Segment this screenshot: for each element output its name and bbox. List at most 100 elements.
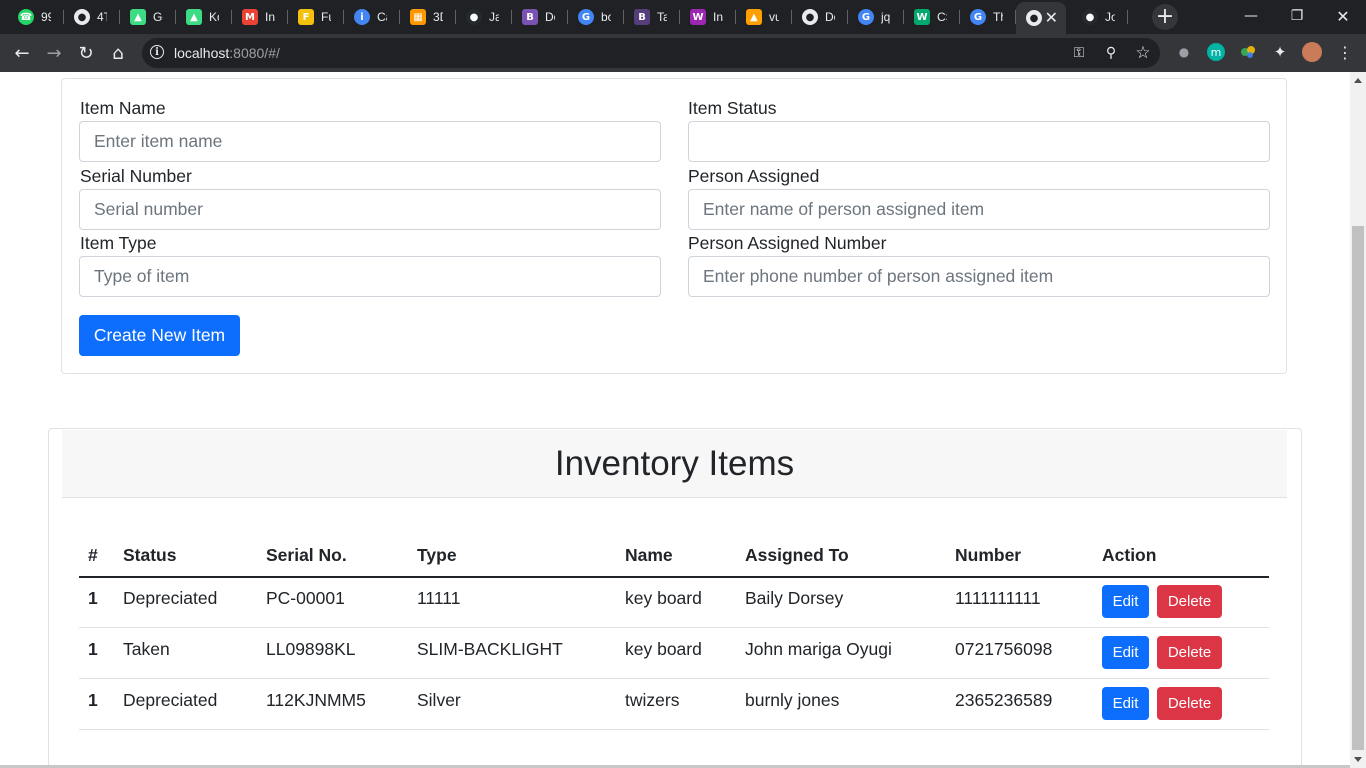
tab-title: 99+ — [41, 10, 51, 24]
close-window-button[interactable]: ✕ — [1320, 0, 1366, 32]
browser-tab[interactable]: W CSS — [904, 4, 960, 30]
browser-tab[interactable]: W Inv — [680, 4, 736, 30]
item-type-label: Item Type — [80, 233, 157, 253]
person-number-label: Person Assigned Number — [688, 233, 887, 253]
item-name-input[interactable] — [79, 121, 661, 162]
column-header-number: # — [88, 545, 98, 565]
browser-tab[interactable]: B Do — [512, 4, 568, 30]
grid-icon: ▦ — [410, 9, 426, 25]
tab-title: 4Th — [97, 10, 107, 24]
key-icon[interactable]: ⚿ — [1070, 44, 1088, 62]
browser-tab[interactable]: ▦ 3D — [400, 4, 456, 30]
tab-title: jqu — [881, 10, 891, 24]
scroll-up-icon[interactable] — [1354, 78, 1362, 83]
tab-title: CSS — [937, 10, 947, 24]
extension-m-icon[interactable]: m — [1207, 43, 1225, 61]
row-assigned: Baily Dorsey — [745, 588, 844, 608]
profile-avatar[interactable] — [1302, 42, 1322, 62]
info-icon: i — [354, 9, 370, 25]
bootstrap-icon: B — [522, 9, 538, 25]
reload-icon[interactable]: ↻ — [72, 39, 100, 67]
edit-button[interactable]: Edit — [1102, 687, 1149, 720]
edit-button[interactable]: Edit — [1102, 585, 1149, 618]
location-pin-icon[interactable]: ● — [1175, 43, 1193, 61]
browser-tab[interactable]: ● ✕ — [1016, 2, 1066, 34]
page-scrollbar[interactable] — [1350, 72, 1366, 768]
browser-tab[interactable]: i Car — [344, 4, 400, 30]
column-header-phone: Number — [955, 545, 1022, 565]
android-icon: ▲ — [130, 9, 146, 25]
inventory-card-header: Inventory Items — [62, 430, 1287, 498]
row-phone: 1111111111 — [955, 588, 1041, 608]
browser-tab[interactable]: M Inb — [232, 4, 288, 30]
item-status-input[interactable] — [688, 121, 1270, 162]
create-item-button[interactable]: Create New Item — [79, 315, 240, 356]
scrollbar-thumb[interactable] — [1352, 226, 1364, 750]
bootstrap-icon: B — [634, 9, 650, 25]
delete-button[interactable]: Delete — [1157, 636, 1222, 669]
tab-title: Tab — [657, 10, 667, 24]
person-number-input[interactable] — [688, 256, 1270, 297]
delete-button[interactable]: Delete — [1157, 585, 1222, 618]
address-bar[interactable]: i localhost:8080/#/ ⚿ ⚲ ☆ — [142, 38, 1160, 68]
browser-tab[interactable]: ☎ 99+ — [8, 4, 64, 30]
browser-tab[interactable]: B Tab — [624, 4, 680, 30]
inventory-title: Inventory Items — [554, 443, 795, 483]
edit-button[interactable]: Edit — [1102, 636, 1149, 669]
scroll-down-icon[interactable] — [1354, 757, 1362, 762]
row-assigned: John mariga Oyugi — [745, 639, 892, 659]
back-icon[interactable]: ← — [8, 39, 36, 67]
google-icon: G — [578, 9, 594, 25]
delete-button[interactable]: Delete — [1157, 687, 1222, 720]
row-assigned: burnly jones — [745, 690, 840, 710]
tab-title: Do — [825, 10, 835, 24]
url-text[interactable]: localhost:8080/#/ — [174, 45, 280, 61]
browser-tab[interactable]: ● Do — [792, 4, 848, 30]
tab-title: Fuz — [321, 10, 331, 24]
tab-title: Jav — [489, 10, 499, 24]
w-icon: W — [690, 9, 706, 25]
browser-tab-strip: ☎ 99+ ● 4Th ▲ Get ▲ Kot M Inb F Fuz i Car ▦ 3D ● Jav B Do Gb… — [0, 0, 1366, 34]
gmail-icon: M — [242, 9, 258, 25]
item-type-input[interactable] — [79, 256, 661, 297]
row-name: key board — [625, 588, 702, 608]
zoom-icon[interactable]: ⚲ — [1102, 44, 1120, 62]
browser-tab[interactable]: ● Join — [1072, 4, 1128, 30]
browser-tab[interactable]: ▲ vue — [736, 4, 792, 30]
person-assigned-input[interactable] — [688, 189, 1270, 230]
new-tab-button[interactable]: + — [1152, 4, 1178, 30]
row-phone: 0721756098 — [955, 639, 1053, 659]
row-status: Depreciated — [123, 690, 218, 710]
row-type: 11111 — [417, 588, 461, 608]
tab-title: vue — [769, 10, 779, 24]
home-icon[interactable]: ⌂ — [104, 39, 132, 67]
browser-tab[interactable]: ● 4Th — [64, 4, 120, 30]
bookmark-star-icon[interactable]: ☆ — [1134, 43, 1152, 63]
browser-tab[interactable]: F Fuz — [288, 4, 344, 30]
browser-tab[interactable]: Gjqu — [848, 4, 904, 30]
browser-tab[interactable]: ▲ Get — [120, 4, 176, 30]
browser-tab[interactable]: ▲ Kot — [176, 4, 232, 30]
restore-button[interactable]: ❐ — [1274, 0, 1320, 32]
forward-icon[interactable]: → — [40, 39, 68, 67]
menu-kebab-icon[interactable]: ⋮ — [1336, 43, 1354, 62]
f-icon: F — [298, 9, 314, 25]
site-info-icon[interactable]: i — [150, 45, 164, 59]
extension-color-icon[interactable] — [1239, 43, 1257, 61]
row-divider — [79, 729, 1269, 730]
row-phone: 2365236589 — [955, 690, 1053, 710]
row-status: Taken — [123, 639, 170, 659]
tab-title: 3D — [433, 10, 443, 24]
column-header-action: Action — [1102, 545, 1157, 565]
item-name-label: Item Name — [80, 98, 166, 118]
minimize-button[interactable]: — — [1228, 0, 1274, 32]
browser-tab[interactable]: Gboo — [568, 4, 624, 30]
browser-tab[interactable]: G Thi — [960, 4, 1016, 30]
tab-title: Car — [377, 10, 387, 24]
column-header-status: Status — [123, 545, 177, 565]
close-tab-icon[interactable]: ✕ — [1045, 8, 1058, 27]
tab-title: Thi — [993, 10, 1003, 24]
browser-tab[interactable]: ● Jav — [456, 4, 512, 30]
extensions-puzzle-icon[interactable]: ✦ — [1271, 43, 1289, 61]
serial-number-input[interactable] — [79, 189, 661, 230]
